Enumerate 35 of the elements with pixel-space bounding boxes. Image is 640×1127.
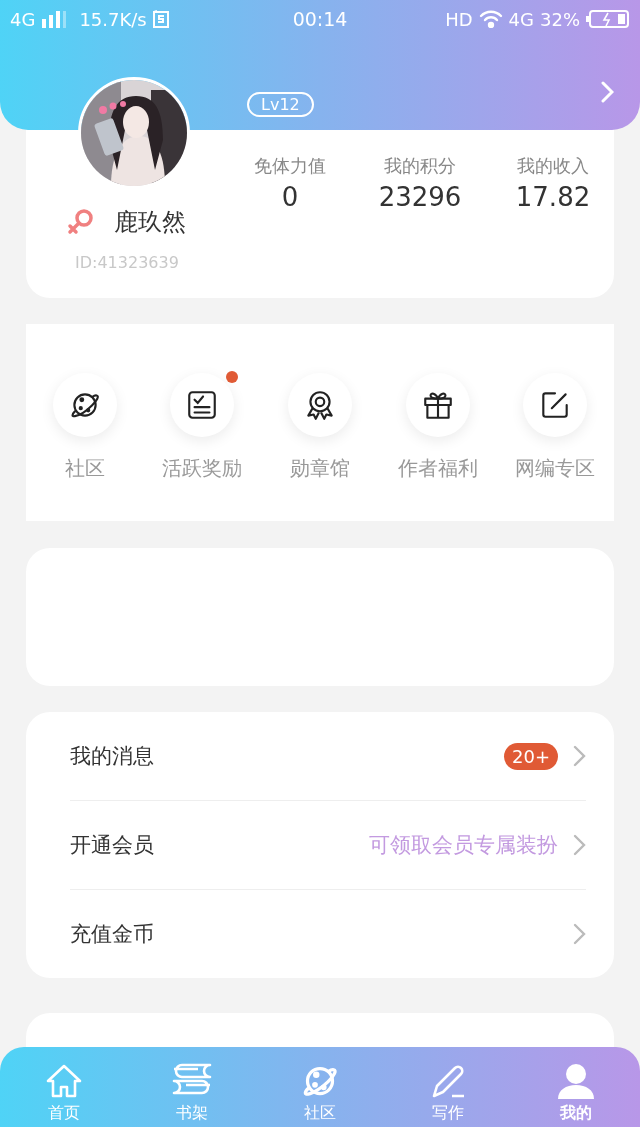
tab[interactable]: 书架 [128,1047,256,1127]
shortcut-label[interactable]: 网编专区 [515,455,596,482]
count-badge: 20+ [504,742,558,770]
network-type: 4G [508,8,534,30]
tab[interactable]: 我的 [512,1047,640,1127]
wifi-icon [478,10,503,28]
status-time: 00:14 [292,8,348,30]
stat-label: 免体力值 [254,154,326,178]
stat-label: 我的积分 [384,154,456,178]
stat-value: 0 [281,182,299,212]
shortcut-label[interactable]: 社区 [64,455,105,482]
battery-percent: 32% [540,8,580,30]
battery-icon [586,9,630,29]
tab[interactable]: 写作 [384,1047,512,1127]
stat-value: 23296 [378,182,462,212]
network-speed: 15.7K/s [79,8,147,30]
menu-hint: 可领取会员专属装扮 [369,832,558,859]
menu-item[interactable]: 开通会员 [70,831,369,859]
shortcut-label[interactable]: 活跃奖励 [162,455,243,482]
shortcut-label[interactable]: 勋章馆 [290,455,350,482]
menu-item[interactable]: 充值金币 [70,920,572,948]
sim-icon [152,10,169,28]
tab[interactable]: 社区 [256,1047,384,1127]
user-name: 鹿玖然 [114,207,186,238]
tab[interactable]: 首页 [0,1047,128,1127]
female-icon [66,207,96,237]
menu-item[interactable]: 我的消息 [70,742,504,770]
stat-label: 我的收入 [517,154,589,178]
network-type: 4G [10,8,36,30]
shortcut-label[interactable]: 作者福利 [397,455,478,482]
level-badge: Lv12 [247,92,314,117]
user-icon [556,1061,596,1101]
stat-value: 17.82 [515,182,591,212]
signal-icon [41,10,68,28]
hd-indicator: HD [445,8,473,30]
